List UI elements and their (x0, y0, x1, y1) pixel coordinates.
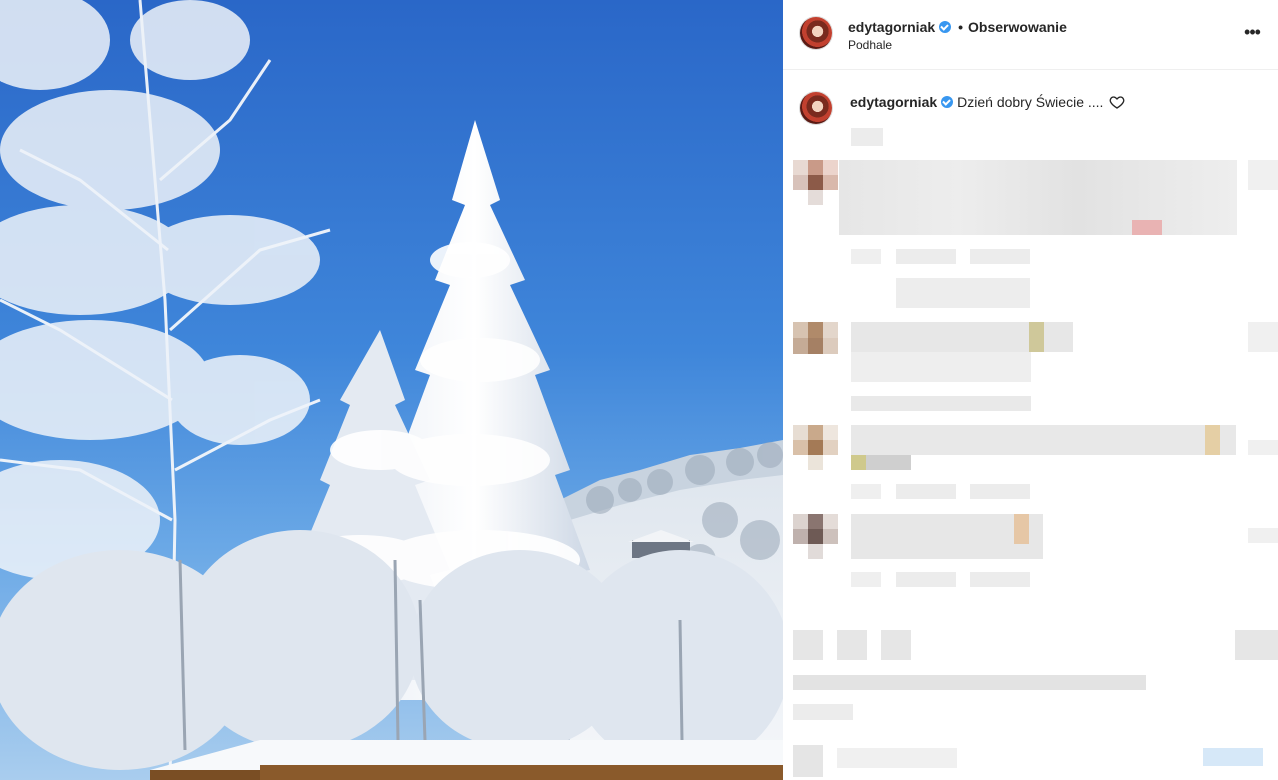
obscured-like-button[interactable] (793, 630, 823, 660)
obscured-comment-text (866, 455, 911, 470)
obscured-comment-meta (851, 352, 1031, 382)
winter-forest-image (0, 0, 783, 780)
obscured-comment-avatar (793, 160, 838, 205)
obscured-comment-text (839, 160, 1237, 235)
obscured-comment-meta (970, 249, 1030, 264)
caption-username[interactable]: edytagorniak (850, 94, 937, 110)
obscured-emoji (1029, 322, 1044, 352)
obscured-emoji (1205, 425, 1220, 455)
obscured-comment-meta (896, 249, 956, 264)
obscured-like-icon (1248, 528, 1278, 543)
obscured-view-replies (896, 278, 1030, 308)
location-link[interactable]: Podhale (848, 38, 892, 52)
heart-icon[interactable] (1109, 94, 1125, 110)
author-line: edytagorniak • Obserwowanie (848, 19, 1067, 35)
obscured-post-button[interactable] (1203, 748, 1263, 766)
post-photo[interactable] (0, 0, 783, 780)
obscured-emoji (1014, 514, 1029, 544)
obscured-likes-count (793, 675, 1146, 690)
obscured-comment-avatar (793, 425, 838, 470)
obscured-comment-meta (970, 572, 1030, 587)
obscured-comment-avatar (793, 322, 838, 354)
verified-badge-icon (939, 21, 952, 33)
obscured-comment-text (851, 425, 1236, 455)
post-header: edytagorniak • Obserwowanie Podhale ••• (783, 0, 1278, 70)
obscured-caption-time (851, 128, 883, 146)
obscured-comment-meta (970, 484, 1030, 499)
obscured-comment-avatar (793, 514, 838, 559)
separator-dot: • (958, 19, 964, 35)
obscured-comment-meta (851, 484, 881, 499)
obscured-save-button[interactable] (1235, 630, 1278, 660)
obscured-comment-meta (896, 572, 956, 587)
obscured-comment-meta (851, 572, 881, 587)
author-username[interactable]: edytagorniak (848, 19, 935, 35)
author-avatar[interactable] (800, 17, 832, 49)
obscured-emoji (851, 455, 866, 470)
obscured-share-button[interactable] (881, 630, 911, 660)
obscured-like-icon (1248, 160, 1278, 190)
obscured-comment-input[interactable] (837, 748, 957, 768)
obscured-comment-meta (851, 396, 1031, 411)
obscured-comment-meta (851, 249, 881, 264)
obscured-emoji (1132, 220, 1162, 235)
post-caption: edytagorniak Dzień dobry Świecie .... (850, 94, 1125, 110)
obscured-emoji-button[interactable] (793, 745, 823, 777)
post-side-panel: edytagorniak • Obserwowanie Podhale ••• ed… (783, 0, 1278, 780)
more-options-icon[interactable]: ••• (1240, 20, 1264, 44)
following-button[interactable]: Obserwowanie (968, 19, 1067, 35)
caption-avatar[interactable] (800, 92, 832, 124)
obscured-post-date (793, 704, 853, 720)
obscured-comment-button[interactable] (837, 630, 867, 660)
obscured-like-icon (1248, 440, 1278, 455)
obscured-like-icon (1248, 322, 1278, 352)
caption-text: Dzień dobry Świecie .... (957, 94, 1104, 110)
verified-badge-icon (941, 96, 954, 108)
obscured-comment-meta (896, 484, 956, 499)
